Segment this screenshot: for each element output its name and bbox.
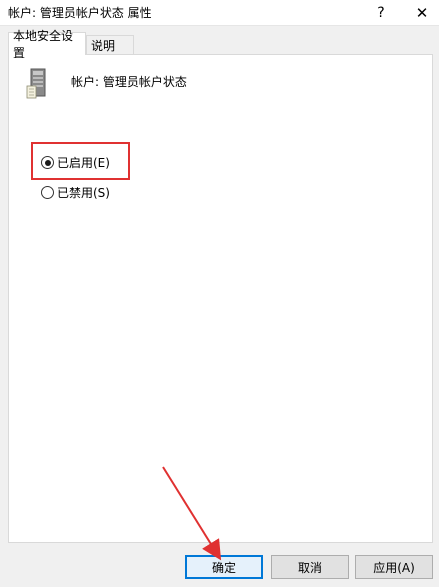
cancel-button[interactable]: 取消 <box>271 555 349 579</box>
apply-button[interactable]: 应用(A) <box>355 555 433 579</box>
close-icon: ✕ <box>415 4 429 22</box>
radio-disabled-circle[interactable] <box>41 186 54 199</box>
tab-strip: 本地安全设置 说明 <box>8 29 438 60</box>
radio-enabled[interactable]: 已启用(E) <box>41 154 110 171</box>
dialog-buttons: 确定 取消 应用(A) <box>0 555 439 583</box>
server-icon <box>26 68 46 99</box>
settings-panel: 帐户: 管理员帐户状态 已启用(E) 已禁用(S) <box>8 54 433 543</box>
radio-disabled-label: 已禁用(S) <box>57 186 110 200</box>
tab-local-security-setting[interactable]: 本地安全设置 <box>8 29 86 60</box>
tab-explain[interactable]: 说明 <box>86 35 134 55</box>
properties-dialog: 帐户: 管理员帐户状态 属性 ? ✕ 本地安全设置 说明 帐户: 管理员帐户状态… <box>0 0 439 587</box>
radio-disabled[interactable]: 已禁用(S) <box>41 184 110 201</box>
title-bar[interactable]: 帐户: 管理员帐户状态 属性 ? ✕ <box>0 0 439 26</box>
window-title: 帐户: 管理员帐户状态 属性 <box>8 6 152 20</box>
policy-name: 帐户: 管理员帐户状态 <box>71 75 187 89</box>
radio-enabled-label: 已启用(E) <box>57 156 110 170</box>
ok-button[interactable]: 确定 <box>185 555 263 579</box>
close-button[interactable]: ✕ <box>405 0 439 26</box>
radio-enabled-circle[interactable] <box>41 156 54 169</box>
help-button[interactable]: ? <box>366 0 396 26</box>
